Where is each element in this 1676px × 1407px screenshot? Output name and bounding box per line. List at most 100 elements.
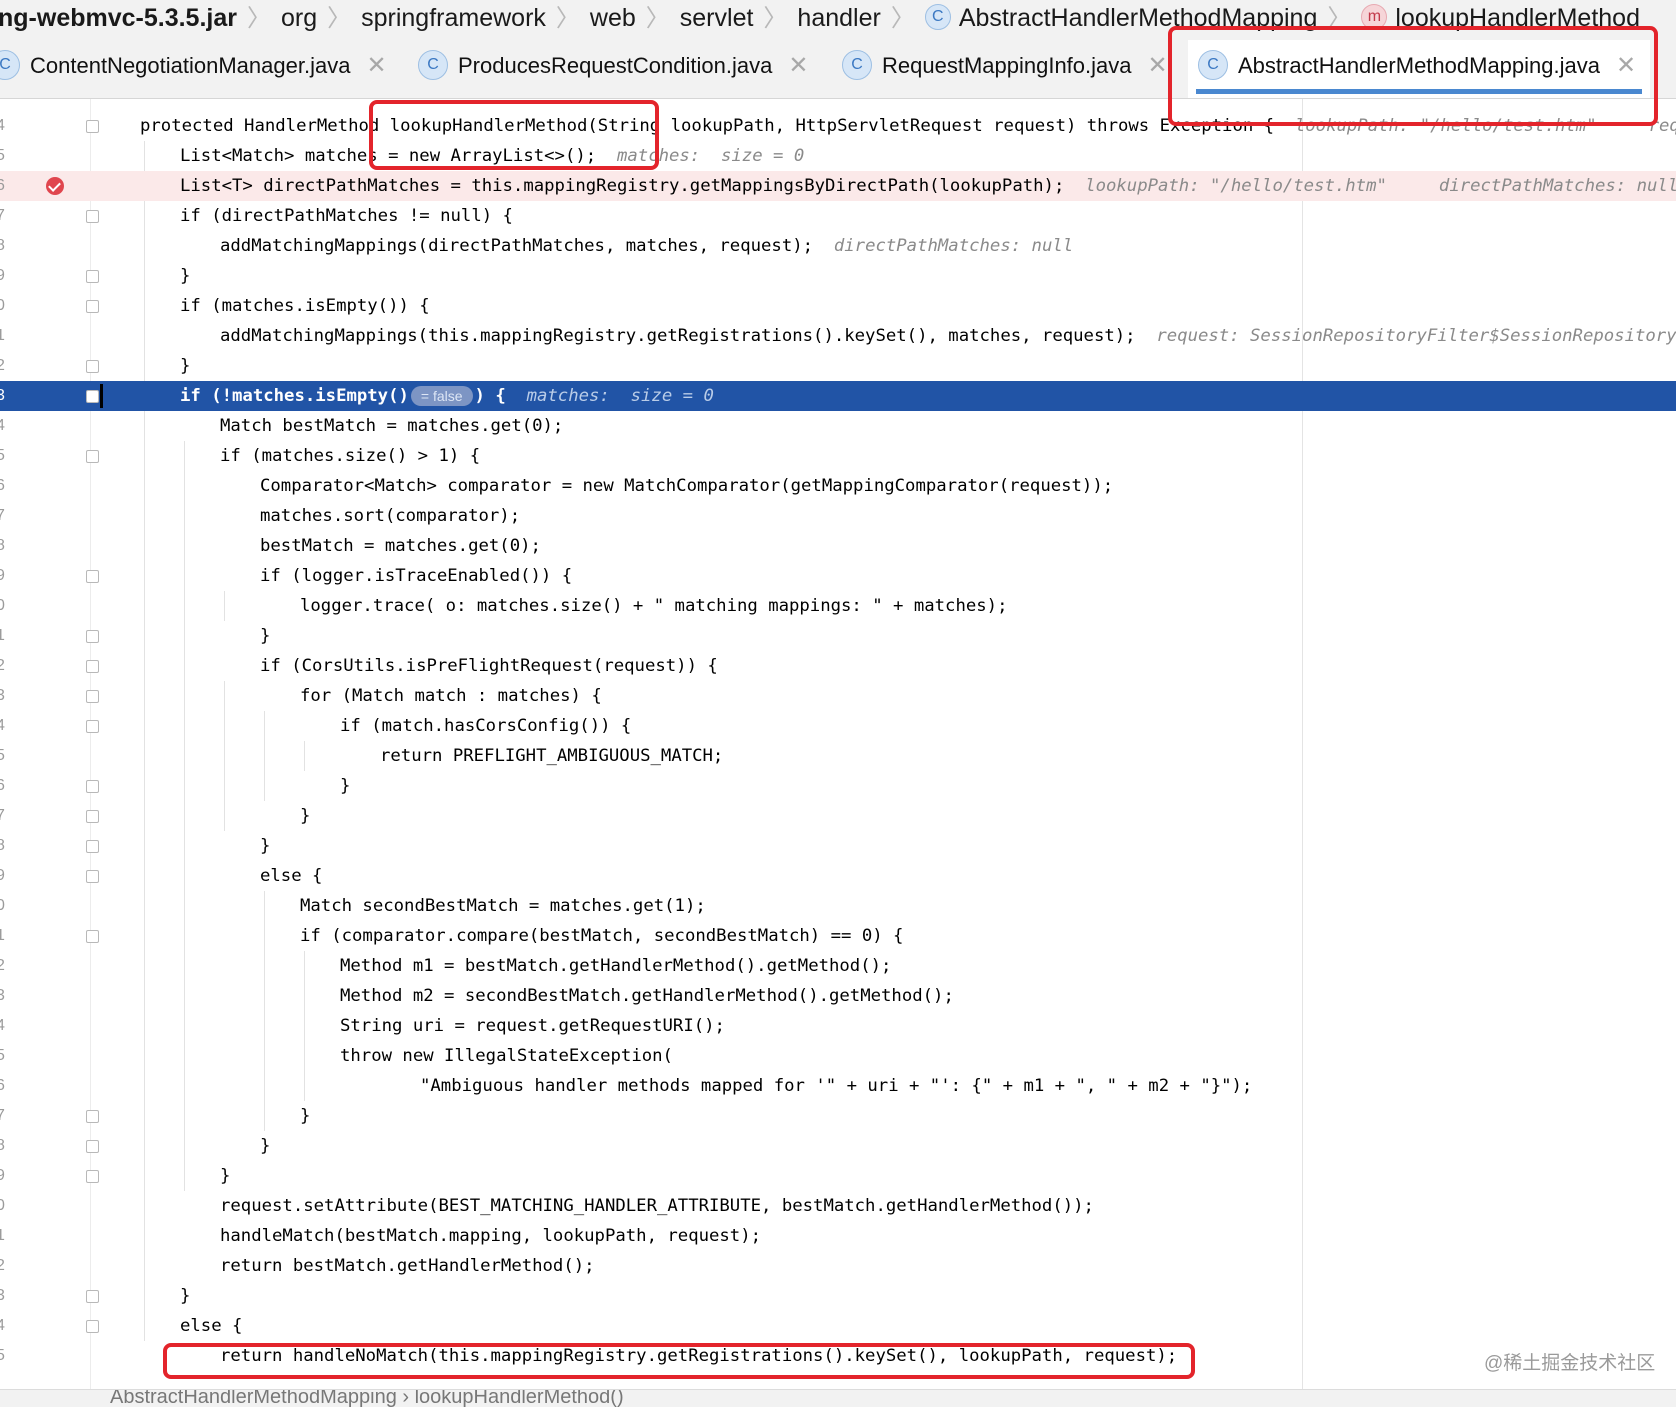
fold-marker-icon[interactable] — [86, 210, 99, 223]
line-number[interactable]: 4 — [0, 1311, 16, 1341]
code-line[interactable]: 6 Comparator<Match> comparator = new Matc… — [0, 471, 1676, 501]
line-number[interactable]: 3 — [0, 681, 16, 711]
code-line[interactable]: 7 if (directPathMatches != null) { — [0, 201, 1676, 231]
fold-marker-icon[interactable] — [86, 1140, 99, 1153]
code-line[interactable]: 2 if (CorsUtils.isPreFlightRequest(reques… — [0, 651, 1676, 681]
fold-marker-icon[interactable] — [86, 390, 99, 403]
code-line[interactable]: 9 else { — [0, 861, 1676, 891]
code-line[interactable]: 1} — [0, 621, 1676, 651]
line-number[interactable]: 8 — [0, 531, 16, 561]
code-line[interactable]: 3 Method m2 = secondBestMatch.getHandlerM… — [0, 981, 1676, 1011]
tab-content-negotiation-manager[interactable]: C ContentNegotiationManager.java ✕ — [0, 40, 387, 98]
line-number[interactable]: 2 — [0, 351, 16, 381]
line-number[interactable]: 9 — [0, 261, 16, 291]
line-number[interactable]: 7 — [0, 501, 16, 531]
fold-marker-icon[interactable] — [86, 690, 99, 703]
line-number[interactable]: 9 — [0, 1161, 16, 1191]
line-number[interactable]: 0 — [0, 591, 16, 621]
line-number[interactable]: 6 — [0, 471, 16, 501]
fold-marker-icon[interactable] — [86, 1110, 99, 1123]
breadcrumb-org[interactable]: org — [281, 0, 317, 36]
line-number[interactable]: 0 — [0, 891, 16, 921]
breadcrumb-web[interactable]: web — [590, 0, 636, 36]
code-line[interactable]: 4 String uri = request.getRequestURI(); — [0, 1011, 1676, 1041]
code-line[interactable]: 2} — [0, 351, 1676, 381]
line-number[interactable]: 1 — [0, 921, 16, 951]
line-number[interactable]: 9 — [0, 561, 16, 591]
breadcrumb-springframework[interactable]: springframework — [361, 0, 546, 36]
line-number[interactable]: 8 — [0, 831, 16, 861]
code-line[interactable]: 9 if (logger.isTraceEnabled()) { — [0, 561, 1676, 591]
line-number[interactable]: 7 — [0, 201, 16, 231]
code-line[interactable]: 7} — [0, 1101, 1676, 1131]
close-icon[interactable]: ✕ — [788, 40, 808, 92]
line-number[interactable]: 5 — [0, 1341, 16, 1371]
line-number[interactable]: 7 — [0, 1101, 16, 1131]
line-number[interactable]: 5 — [0, 1041, 16, 1071]
line-number[interactable]: 3 — [0, 381, 16, 411]
line-number[interactable]: 4 — [0, 711, 16, 741]
fold-marker-icon[interactable] — [86, 720, 99, 733]
fold-marker-icon[interactable] — [86, 450, 99, 463]
tab-request-mapping-info[interactable]: C RequestMappingInfo.java ✕ — [842, 40, 1168, 98]
code-line[interactable]: 7 matches.sort(comparator); — [0, 501, 1676, 531]
code-line[interactable]: 9} — [0, 1161, 1676, 1191]
fold-marker-icon[interactable] — [86, 930, 99, 943]
code-line[interactable]: 0 request.setAttribute(BEST_MATCHING_HAND… — [0, 1191, 1676, 1221]
line-number[interactable]: 5 — [0, 441, 16, 471]
fold-marker-icon[interactable] — [86, 780, 99, 793]
fold-marker-icon[interactable] — [86, 300, 99, 313]
breadcrumb-servlet[interactable]: servlet — [680, 0, 754, 36]
line-number[interactable]: 3 — [0, 981, 16, 1011]
code-line[interactable]: 4 else { — [0, 1311, 1676, 1341]
line-number[interactable]: 4 — [0, 1011, 16, 1041]
fold-marker-icon[interactable] — [86, 1170, 99, 1183]
line-number[interactable]: 6 — [0, 171, 16, 201]
code-line[interactable]: 9} — [0, 261, 1676, 291]
code-line[interactable]: 5 return PREFLIGHT_AMBIGUOUS_MATCH; — [0, 741, 1676, 771]
line-number[interactable]: 4 — [0, 411, 16, 441]
line-number[interactable]: 4 — [0, 111, 16, 141]
line-number[interactable]: 9 — [0, 861, 16, 891]
code-line[interactable]: 6} — [0, 771, 1676, 801]
code-line[interactable]: 1 if (comparator.compare(bestMatch, secon… — [0, 921, 1676, 951]
line-number[interactable]: 1 — [0, 1221, 16, 1251]
fold-marker-icon[interactable] — [86, 1320, 99, 1333]
line-number[interactable]: 5 — [0, 741, 16, 771]
line-number[interactable]: 6 — [0, 1071, 16, 1101]
code-line[interactable]: 8 bestMatch = matches.get(0); — [0, 531, 1676, 561]
code-line[interactable]: 7} — [0, 801, 1676, 831]
code-line[interactable]: 8} — [0, 1131, 1676, 1161]
code-line[interactable]: 0 Match secondBestMatch = matches.get(1); — [0, 891, 1676, 921]
fold-marker-icon[interactable] — [86, 870, 99, 883]
close-icon[interactable]: ✕ — [1148, 40, 1168, 92]
line-number[interactable]: 5 — [0, 141, 16, 171]
fold-marker-icon[interactable] — [86, 570, 99, 583]
code-line[interactable]: 5 if (matches.size() > 1) { — [0, 441, 1676, 471]
line-number[interactable]: 1 — [0, 321, 16, 351]
fold-marker-icon[interactable] — [86, 120, 99, 133]
fold-marker-icon[interactable] — [86, 810, 99, 823]
breakpoint-icon[interactable] — [46, 177, 64, 195]
code-line[interactable]: 2 Method m1 = bestMatch.getHandlerMethod(… — [0, 951, 1676, 981]
code-line[interactable]: 5 throw new IllegalStateException( — [0, 1041, 1676, 1071]
fold-marker-icon[interactable] — [86, 660, 99, 673]
fold-marker-icon[interactable] — [86, 360, 99, 373]
current-execution-line[interactable]: 3 if (!matches.isEmpty() = false) { matche… — [0, 381, 1676, 411]
code-line[interactable]: 0 if (matches.isEmpty()) { — [0, 291, 1676, 321]
line-number[interactable]: 8 — [0, 1131, 16, 1161]
line-number[interactable]: 1 — [0, 621, 16, 651]
code-line[interactable]: 5 List<Match> matches = new ArrayList<>()… — [0, 141, 1676, 171]
code-line[interactable]: 1 addMatchingMappings(this.mappingRegistr… — [0, 321, 1676, 351]
code-line[interactable]: 0 logger.trace( o: matches.size() + " mat… — [0, 591, 1676, 621]
line-number[interactable]: 3 — [0, 1281, 16, 1311]
code-line[interactable]: 2 return bestMatch.getHandlerMethod(); — [0, 1251, 1676, 1281]
line-number[interactable]: 8 — [0, 231, 16, 261]
code-line[interactable]: 8} — [0, 831, 1676, 861]
fold-marker-icon[interactable] — [86, 1290, 99, 1303]
code-line[interactable]: 4 Match bestMatch = matches.get(0); — [0, 411, 1676, 441]
code-line[interactable]: 8 addMatchingMappings(directPathMatches, … — [0, 231, 1676, 261]
line-number[interactable]: 7 — [0, 801, 16, 831]
line-number[interactable]: 0 — [0, 1191, 16, 1221]
code-line[interactable]: 6 "Ambiguous handler methods mapped for '… — [0, 1071, 1676, 1101]
